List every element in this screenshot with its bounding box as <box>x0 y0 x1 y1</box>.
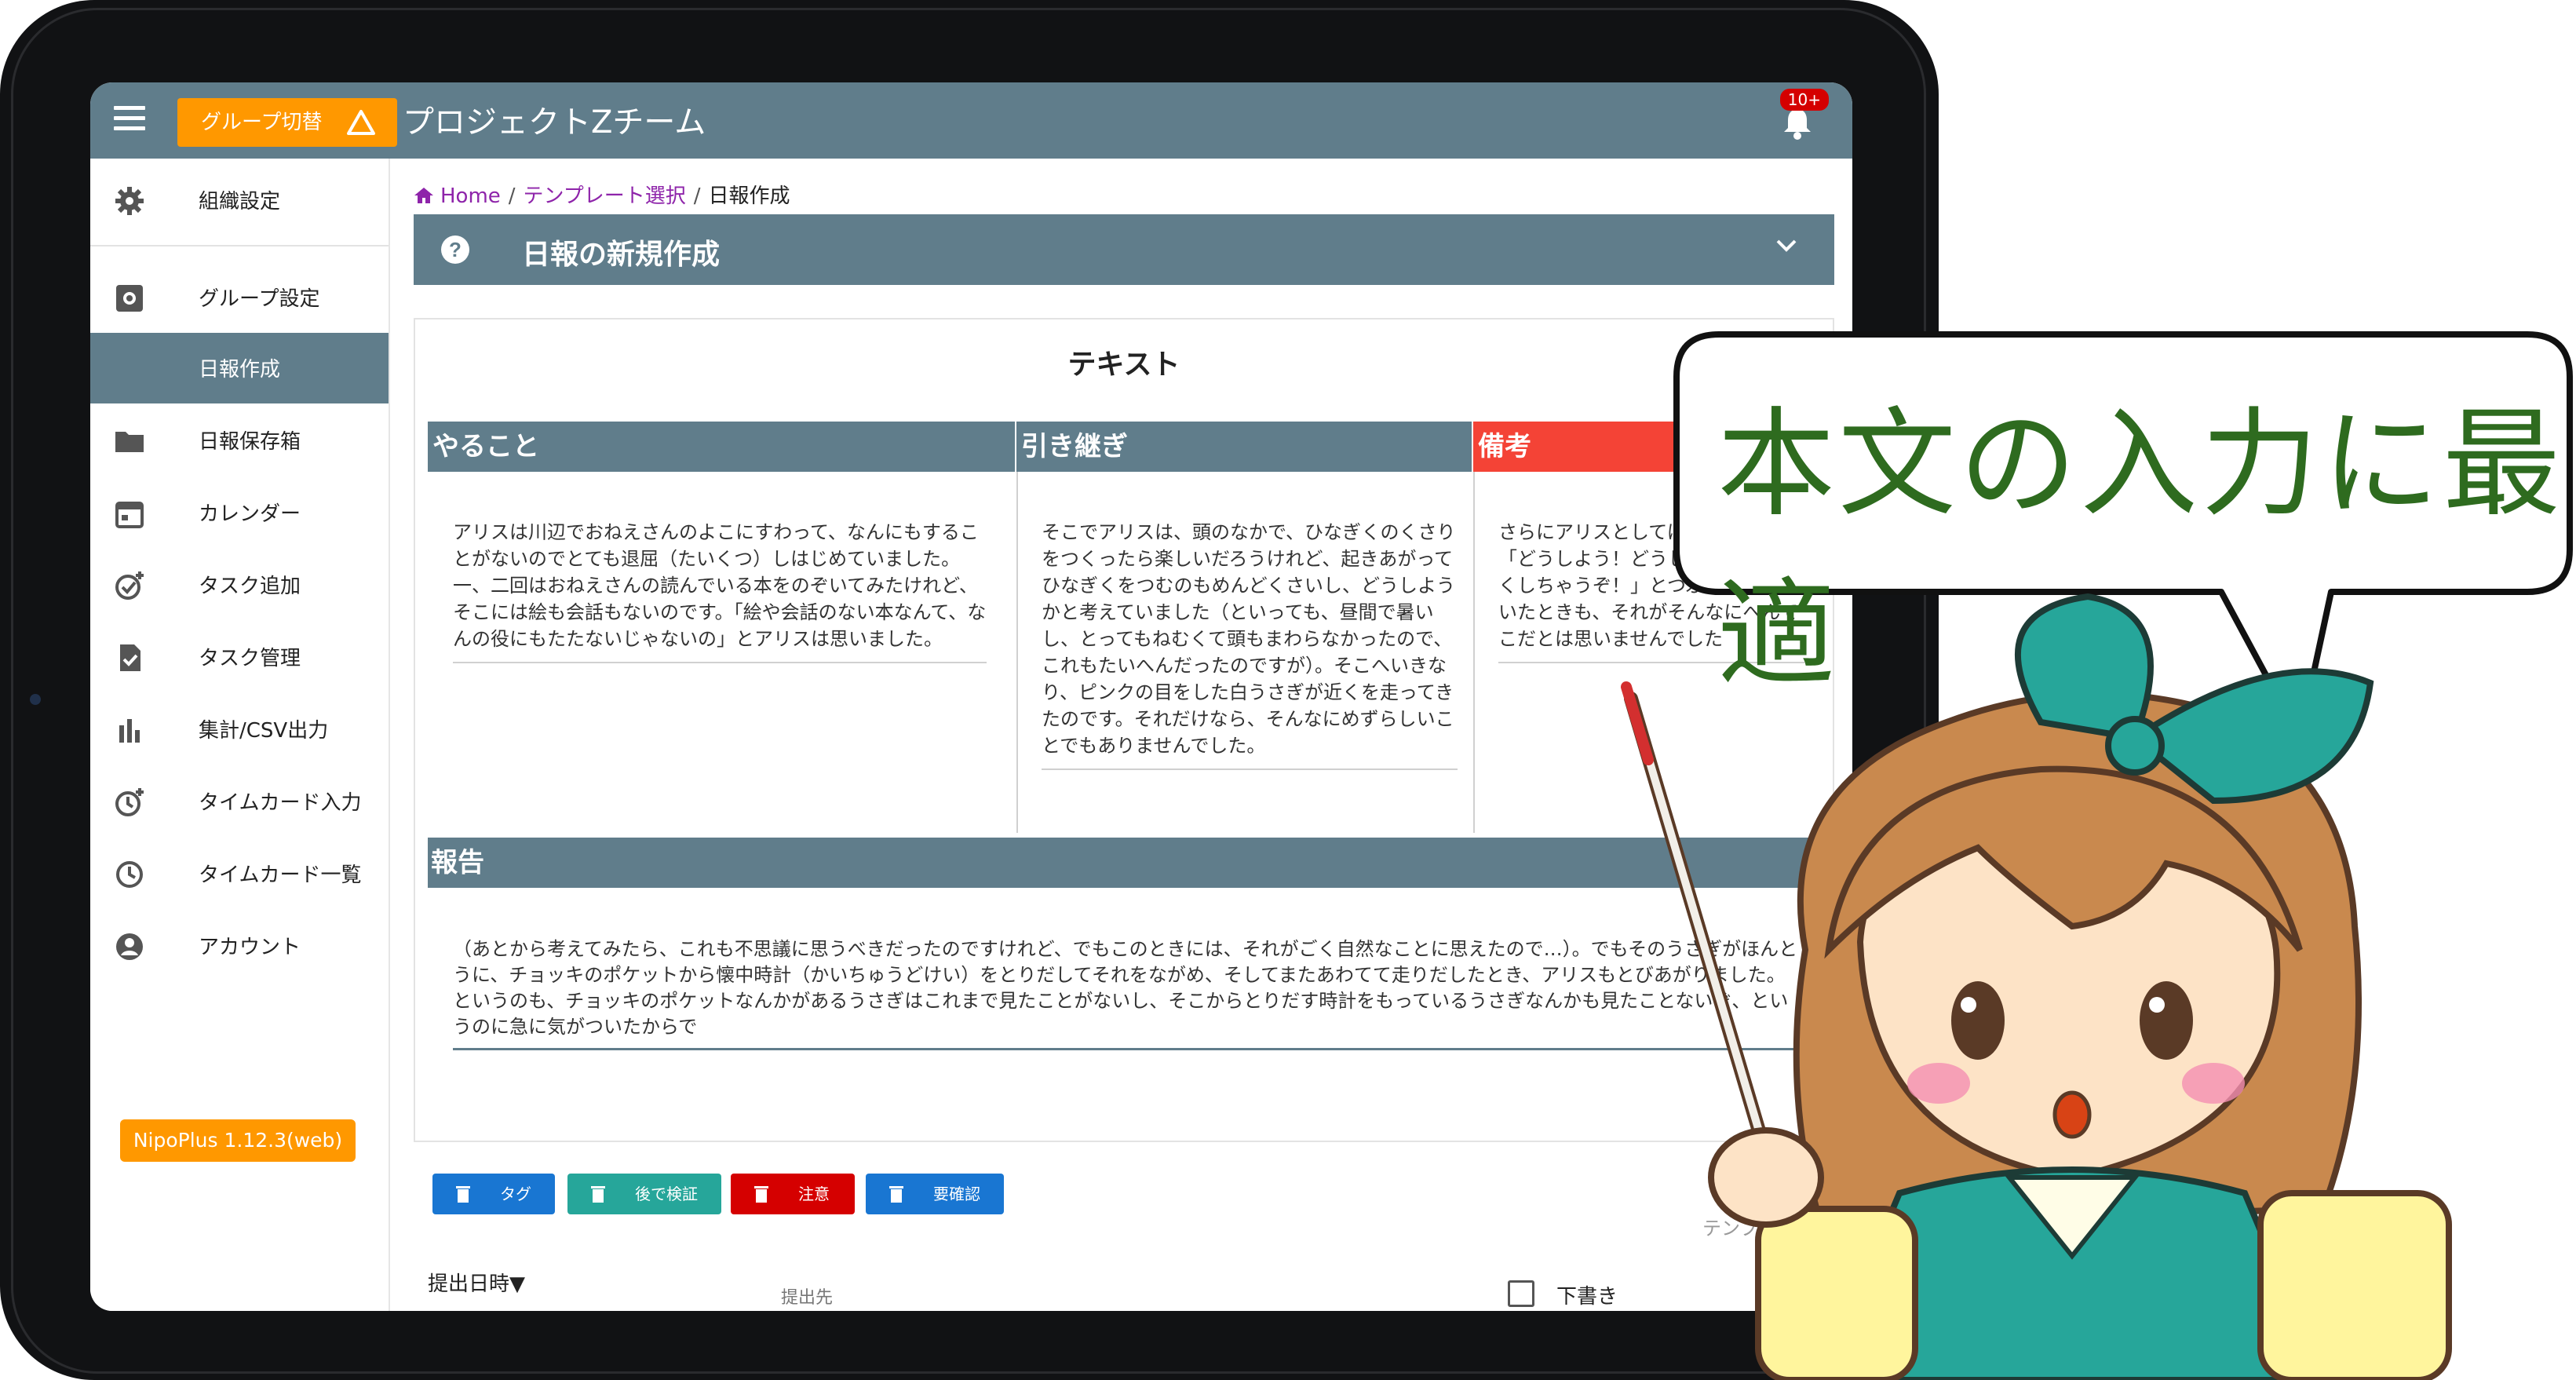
clock-icon <box>116 861 143 888</box>
template-title: テキスト <box>1067 349 1180 381</box>
help-icon[interactable]: ? <box>440 235 470 265</box>
trash-icon <box>456 1186 470 1203</box>
sidebar-item-calendar[interactable]: カレンダー <box>90 477 389 548</box>
camera-dot <box>30 694 41 705</box>
sidebar-item-account[interactable]: アカウント <box>90 911 389 981</box>
task-file-icon <box>120 644 140 671</box>
trash-icon <box>889 1186 903 1203</box>
check-plus-icon <box>115 571 144 600</box>
column-header-handover: 引き継ぎ <box>1016 422 1472 472</box>
submit-datetime-sort[interactable]: 提出日時▼ <box>428 1268 525 1297</box>
sidebar-item-timecard-input[interactable]: タイムカード入力 <box>90 766 389 837</box>
menu-icon[interactable] <box>114 106 145 134</box>
gear-icon <box>115 187 144 215</box>
sidebar-item-label: タスク追加 <box>199 575 301 598</box>
warning-icon <box>347 110 375 135</box>
trash-icon <box>754 1186 768 1203</box>
group-switch-label: グループ切替 <box>201 111 323 134</box>
sidebar-item-label: 集計/CSV出力 <box>199 719 329 743</box>
trash-icon <box>591 1186 605 1203</box>
sidebar-item-task-management[interactable]: タスク管理 <box>90 622 389 692</box>
bell-icon[interactable] <box>1782 106 1813 141</box>
tag-button-label: 注意 <box>798 1185 830 1203</box>
settings-box-icon <box>116 285 143 312</box>
column-header-todo: やること <box>428 422 1015 472</box>
verify-later-button[interactable]: 後で検証 <box>567 1174 721 1214</box>
tag-button-label: タグ <box>500 1185 531 1203</box>
guide-character-illustration <box>1621 593 2452 1380</box>
sidebar-item-label: カレンダー <box>199 502 301 526</box>
sidebar-item-org-settings[interactable]: 組織設定 <box>90 165 389 235</box>
sidebar-item-timecard-list[interactable]: タイムカード一覧 <box>90 838 389 909</box>
group-switch-button[interactable]: グループ切替 <box>177 98 397 147</box>
page-title: 日報の新規作成 <box>522 239 721 271</box>
sidebar-item-saved-reports[interactable]: 日報保存箱 <box>90 405 389 476</box>
needs-confirm-button[interactable]: 要確認 <box>866 1174 1004 1214</box>
app-bar: グループ切替 プロジェクトZチーム 10+ <box>90 82 1852 159</box>
project-title: プロジェクトZチーム <box>403 104 706 141</box>
tag-button-label: 要確認 <box>933 1185 980 1203</box>
tag-button[interactable]: タグ <box>432 1174 555 1214</box>
sidebar-item-label: タスク管理 <box>199 647 301 670</box>
todo-textarea[interactable]: アリスは川辺でおねえさんのよこにすわって、なんにもすることがないのでとても退屈（… <box>453 519 987 663</box>
account-icon <box>116 933 143 960</box>
version-badge: NipoPlus 1.12.3(web) <box>120 1119 356 1162</box>
sidebar-item-label: アカウント <box>199 936 301 959</box>
handover-textarea[interactable]: そこでアリスは、頭のなかで、ひなぎくのくさりをつくったら楽しいだろうけれど、起き… <box>1042 519 1458 770</box>
sidebar-item-label: 日報作成 <box>199 358 281 382</box>
draft-checkbox[interactable] <box>1508 1280 1534 1307</box>
page-title-bar[interactable]: ? 日報の新規作成 <box>414 214 1834 285</box>
notification-badge: 10+ <box>1779 89 1829 111</box>
chevron-down-icon[interactable] <box>1775 238 1798 254</box>
caution-button[interactable]: 注意 <box>731 1174 855 1214</box>
breadcrumb-home[interactable]: Home <box>440 184 501 208</box>
home-icon[interactable] <box>414 187 434 204</box>
bar-chart-icon <box>119 719 140 743</box>
breadcrumb-template-select[interactable]: テンプレート選択 <box>524 184 686 208</box>
column-handover: そこでアリスは、頭のなかで、ひなぎくのくさりをつくったら楽しいだろうけれど、起き… <box>1016 472 1473 833</box>
breadcrumb: Home / テンプレート選択 / 日報作成 <box>414 180 790 209</box>
clock-plus-icon <box>115 788 144 816</box>
sidebar-item-label: タイムカード一覧 <box>199 863 362 887</box>
nav-divider <box>90 245 389 246</box>
breadcrumb-current: 日報作成 <box>708 184 790 208</box>
column-todo: アリスは川辺でおねえさんのよこにすわって、なんにもすることがないのでとても退屈（… <box>428 472 1016 833</box>
sidebar-item-label: グループ設定 <box>199 287 320 311</box>
calendar-icon <box>115 502 144 528</box>
sidebar-item-csv-export[interactable]: 集計/CSV出力 <box>90 694 389 765</box>
destination-label: 提出先 <box>781 1288 834 1308</box>
sidebar-item-label: タイムカード入力 <box>199 791 362 815</box>
sidebar-item-add-task[interactable]: タスク追加 <box>90 549 389 620</box>
svg-text:?: ? <box>449 238 462 261</box>
sidebar: 組織設定 グループ設定 日報作成 日報保存箱 カレンダー タスク追加 タスク管理… <box>90 159 390 1311</box>
sidebar-item-label: 日報保存箱 <box>199 430 301 454</box>
tag-button-label: 後で検証 <box>635 1185 698 1203</box>
sidebar-item-group-settings[interactable]: グループ設定 <box>90 262 389 333</box>
sidebar-item-label: 組織設定 <box>199 190 281 214</box>
folder-icon <box>115 432 144 452</box>
sidebar-item-daily-report[interactable]: 日報作成 <box>90 333 389 403</box>
